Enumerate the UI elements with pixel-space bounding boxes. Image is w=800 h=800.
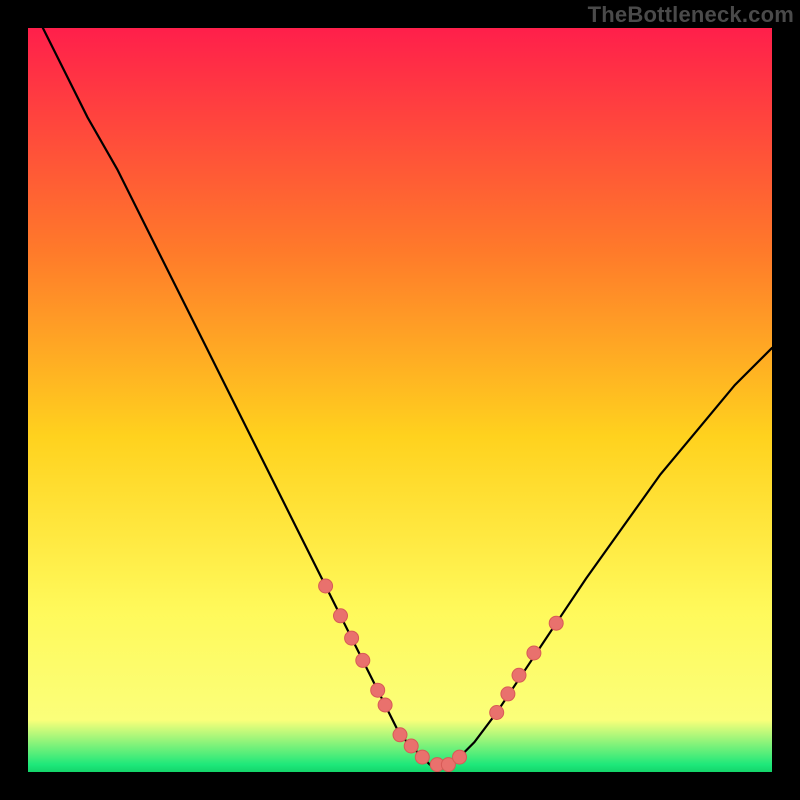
curve-marker — [371, 683, 385, 697]
curve-marker — [334, 609, 348, 623]
curve-marker — [378, 698, 392, 712]
curve-marker — [319, 579, 333, 593]
chart-frame: TheBottleneck.com — [0, 0, 800, 800]
gradient-background — [28, 28, 772, 772]
curve-marker — [501, 687, 515, 701]
curve-marker — [490, 706, 504, 720]
bottleneck-chart — [28, 28, 772, 772]
curve-marker — [356, 653, 370, 667]
curve-marker — [415, 750, 429, 764]
curve-marker — [549, 616, 563, 630]
curve-marker — [345, 631, 359, 645]
curve-marker — [393, 728, 407, 742]
curve-marker — [453, 750, 467, 764]
curve-marker — [404, 739, 418, 753]
curve-marker — [527, 646, 541, 660]
curve-marker — [512, 668, 526, 682]
watermark-text: TheBottleneck.com — [588, 2, 794, 28]
